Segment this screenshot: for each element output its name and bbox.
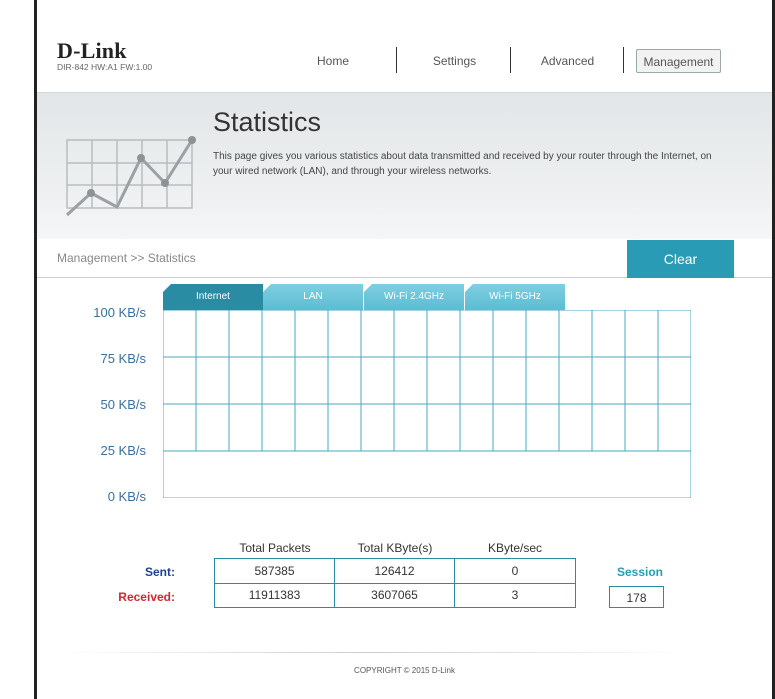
received-total-kbytes: 3607065 (371, 588, 418, 602)
nav-advanced[interactable]: Advanced (530, 49, 605, 73)
nav-divider (623, 47, 624, 73)
tab-wifi-24ghz[interactable]: Wi-Fi 2.4GHz (364, 284, 464, 310)
header-total-kbytes: Total KByte(s) (357, 541, 433, 555)
nav-management[interactable]: Management (636, 49, 721, 73)
nav-divider (396, 47, 397, 73)
dlink-logo[interactable]: D-Link (57, 38, 127, 64)
tab-internet[interactable]: Internet (163, 284, 263, 310)
header: D-Link DIR-842 HW:A1 FW:1.00 Home Settin… (37, 0, 772, 93)
clear-button[interactable]: Clear (627, 240, 734, 278)
tab-lan[interactable]: LAN (263, 284, 363, 310)
received-label: Received: (118, 590, 175, 604)
sent-kbyte-sec: 0 (511, 564, 519, 578)
y-tick-label: 100 KB/s (93, 305, 146, 320)
nav-home[interactable]: Home (300, 49, 366, 73)
breadcrumb: Management >> Statistics (57, 251, 196, 265)
traffic-chart (163, 310, 691, 498)
header-total-packets: Total Packets (239, 541, 311, 555)
statistics-chart-icon (65, 136, 196, 217)
sent-total-kbytes: 126412 (374, 564, 415, 578)
y-tick-label: 25 KB/s (100, 443, 146, 458)
sent-label: Sent: (145, 565, 175, 579)
sent-total-packets: 587385 (254, 564, 295, 578)
y-tick-label: 50 KB/s (100, 397, 146, 412)
page-description: This page gives you various statistics a… (213, 151, 712, 177)
received-total-packets: 11911383 (248, 588, 301, 602)
header-kbyte-sec: KByte/sec (487, 541, 543, 555)
page-banner: Statistics This page gives you various s… (37, 93, 772, 239)
received-kbyte-sec: 3 (511, 588, 519, 602)
session-value: 178 (609, 586, 664, 608)
footer-divider (58, 652, 688, 653)
y-tick-label: 75 KB/s (100, 351, 146, 366)
y-tick-label: 0 KB/s (107, 489, 146, 504)
session-label: Session (616, 565, 664, 579)
breadcrumb-bar: Management >> Statistics Clear (37, 240, 772, 278)
nav-settings[interactable]: Settings (417, 49, 492, 73)
model-info: DIR-842 HW:A1 FW:1.00 (57, 62, 153, 72)
nav-divider (510, 47, 511, 73)
page-title: Statistics (213, 107, 322, 137)
tab-wifi-5ghz[interactable]: Wi-Fi 5GHz (465, 284, 565, 310)
stats-table: 587385 126412 0 11911383 3607065 3 (214, 558, 576, 608)
copyright: COPYRIGHT © 2015 D-Link (354, 666, 455, 675)
